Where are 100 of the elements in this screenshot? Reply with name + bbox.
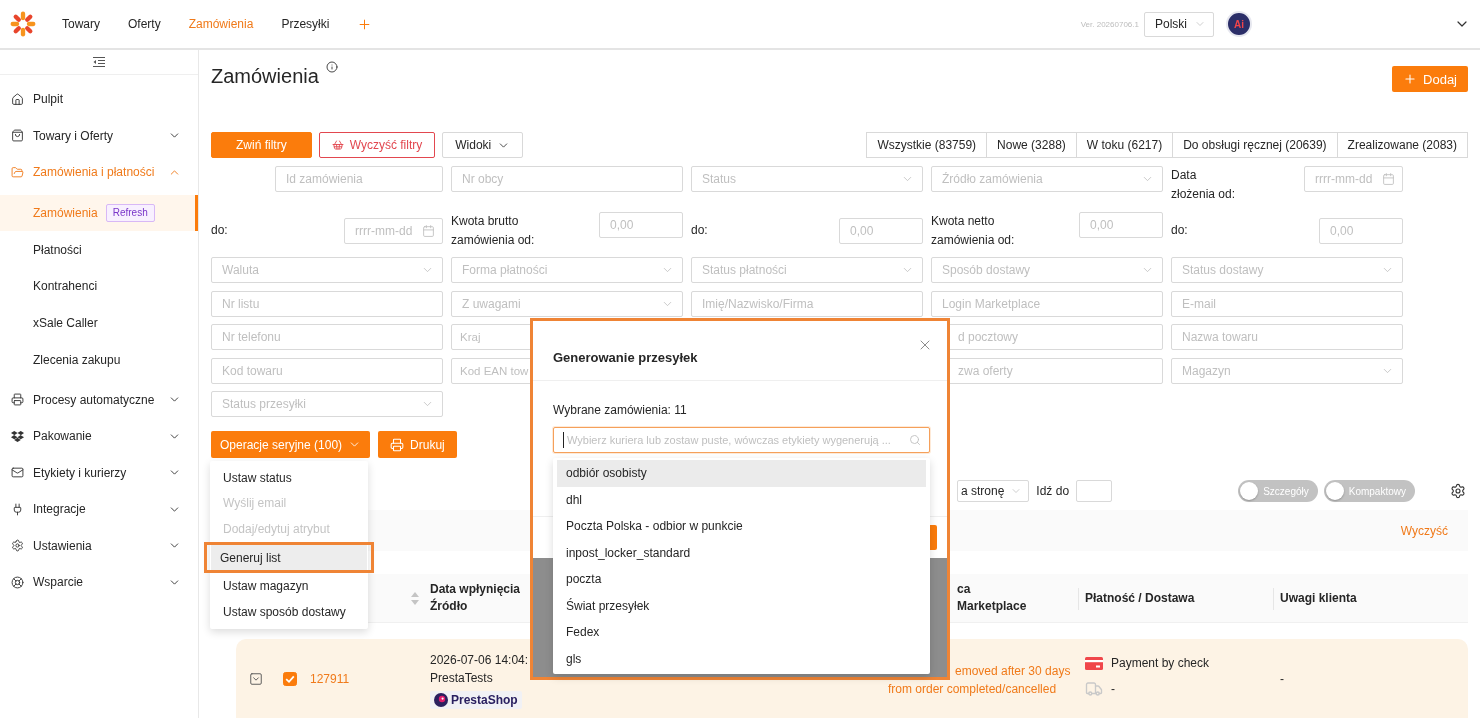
menu-item[interactable]: Ustaw sposób dostawy xyxy=(210,598,368,625)
select-field[interactable]: Forma płatności xyxy=(451,257,683,283)
sidebar-item[interactable]: Zlecenia zakupu xyxy=(0,341,198,379)
nav-tab[interactable]: Oferty xyxy=(114,14,175,34)
select-field[interactable]: Magazyn xyxy=(1171,357,1403,384)
sidebar-item[interactable]: Pakowanie xyxy=(0,417,198,455)
nav-tab[interactable]: Przesyłki xyxy=(267,14,344,34)
home-icon xyxy=(11,92,24,106)
checkbox[interactable] xyxy=(283,671,297,686)
sidebar-item[interactable]: Pulpit xyxy=(0,81,198,118)
notes-text: - xyxy=(1280,670,1284,688)
status-tab[interactable]: Nowe (3288) xyxy=(986,132,1077,158)
column-header[interactable]: Płatność / Dostawa xyxy=(1085,589,1195,607)
sidebar-item[interactable]: Wsparcie xyxy=(0,563,198,601)
basket-icon xyxy=(331,139,344,151)
select-field[interactable]: Sposób dostawy xyxy=(931,257,1163,283)
select-field[interactable]: Źródło zamówienia xyxy=(931,166,1163,192)
sidebar-item[interactable]: Płatności xyxy=(0,231,198,268)
plus-icon xyxy=(1403,72,1418,86)
dropdown-option[interactable]: Poczta Polska - odbior w punkcie xyxy=(557,513,926,540)
sidebar-item[interactable]: Etykiety i kurierzy xyxy=(0,454,198,491)
sidebar-item[interactable]: Procesy automatyczne xyxy=(0,381,198,418)
language-select[interactable]: Polski xyxy=(1144,11,1214,37)
dropdown-option[interactable]: Świat przesyłek xyxy=(557,592,926,619)
calendar-icon xyxy=(422,224,435,237)
text-field[interactable]: Nazwa towaru xyxy=(1171,324,1403,350)
filter-label: Kwota brutto zamówienia od: xyxy=(451,212,536,249)
text-field[interactable]: Kod towaru xyxy=(211,357,443,384)
page-size-select[interactable]: a stronę xyxy=(957,480,1030,502)
dropdown-option[interactable]: dhl xyxy=(557,486,926,513)
select-field[interactable]: Status przesyłki xyxy=(211,391,443,417)
views-dropdown[interactable]: Widoki xyxy=(442,132,524,158)
status-tab[interactable]: Zrealizowane (2083) xyxy=(1336,132,1468,158)
plug-icon xyxy=(11,502,24,516)
plus-icon[interactable] xyxy=(357,16,373,32)
sidebar-item[interactable]: Integracje xyxy=(0,490,198,528)
text-cursor xyxy=(563,432,564,448)
sidebar-item[interactable]: Towary i Oferty xyxy=(0,117,198,154)
notice-text: emoved after 30 days xyxy=(954,663,1071,680)
select-field[interactable]: Status płatności xyxy=(691,257,923,283)
text-field[interactable]: Nr telefonu xyxy=(211,324,443,350)
sidebar-item[interactable]: Kontrahenci xyxy=(0,268,198,305)
boxes-icon xyxy=(11,429,24,443)
logo-icon[interactable] xyxy=(10,11,36,37)
dropdown-option[interactable]: Fedex xyxy=(557,619,926,646)
column-header[interactable]: Uwagi klienta xyxy=(1280,589,1357,607)
search-icon xyxy=(909,434,921,446)
selected-count-text: Wybrane zamówienia: 11 xyxy=(553,402,688,418)
date-field[interactable]: rrrr-mm-dd xyxy=(1304,166,1403,192)
text-field[interactable]: Nr listu xyxy=(211,290,443,317)
nav-tab[interactable]: Towary xyxy=(48,14,114,34)
truck-icon xyxy=(1085,680,1103,699)
amount-field[interactable]: 0,00 xyxy=(1319,217,1403,244)
amount-field[interactable]: 0,00 xyxy=(1079,211,1163,238)
select-field[interactable]: Status dostawy xyxy=(1171,257,1403,283)
date-text: 2026-07-06 14:04: xyxy=(430,652,529,670)
dropdown-option[interactable]: poczta xyxy=(557,566,926,593)
printer-icon xyxy=(390,437,405,452)
payment-text: Payment by check xyxy=(1111,655,1210,673)
envelope-icon xyxy=(11,466,24,479)
amount-field[interactable]: 0,00 xyxy=(839,217,923,244)
menu-item[interactable]: Generuj list xyxy=(211,544,367,571)
amount-field[interactable]: 0,00 xyxy=(599,211,683,238)
menu-item[interactable]: Ustaw magazyn xyxy=(210,573,368,599)
sidebar-item[interactable]: xSale Caller xyxy=(0,304,198,342)
dropdown-option[interactable]: odbiór osobisty xyxy=(557,460,926,487)
modal-title: Generowanie przesyłek xyxy=(553,350,698,366)
page-input[interactable] xyxy=(1076,480,1113,502)
filter-label: Kwota netto zamówienia od: xyxy=(931,212,1016,249)
folder-icon xyxy=(11,165,24,179)
text-field[interactable]: E-mail xyxy=(1171,290,1403,317)
dropdown-option[interactable]: gls xyxy=(557,645,926,672)
sidebar-item[interactable]: Ustawienia xyxy=(0,527,198,564)
info-icon[interactable] xyxy=(325,61,338,73)
text-field[interactable]: Login Marketplace xyxy=(931,290,1163,317)
select-field[interactable]: Status xyxy=(691,166,923,192)
status-tab[interactable]: Wszystkie (83759) xyxy=(866,132,988,158)
date-field[interactable]: rrrr-mm-dd xyxy=(344,217,443,244)
column-header[interactable]: ca Marketplace xyxy=(957,581,1027,616)
settings-icon[interactable] xyxy=(1450,483,1466,499)
bag-icon xyxy=(11,129,24,143)
text-field[interactable]: Nr obcy xyxy=(451,166,683,192)
dropdown-option[interactable]: inpost_locker_standard xyxy=(557,539,926,566)
menu-item[interactable]: Ustaw status xyxy=(210,465,368,491)
expand-icon[interactable] xyxy=(249,671,263,686)
sidebar-item[interactable]: Zamówienia Refresh xyxy=(0,194,198,232)
select-field[interactable]: Z uwagami xyxy=(451,290,683,317)
courier-select[interactable]: Wybierz kuriera lub zostaw puste, wówczas etykiety wygenerują ... xyxy=(553,427,930,453)
text-field[interactable]: Id zamówienia xyxy=(275,166,443,192)
card-icon xyxy=(1085,656,1103,670)
column-header[interactable]: Data wpłynięcia Źródło xyxy=(430,581,521,616)
text-field[interactable]: Imię/Nazwisko/Firma xyxy=(691,290,923,317)
logo-mark-icon xyxy=(434,693,448,708)
clear-filters-button[interactable]: Wyczyść filtry xyxy=(318,132,436,158)
status-tab[interactable]: W toku (6217) xyxy=(1075,132,1174,158)
page-title: Zamówienia xyxy=(211,64,319,89)
status-tab[interactable]: Do obsługi ręcznej (20639) xyxy=(1172,132,1338,158)
printer-icon xyxy=(11,393,24,406)
select-field[interactable]: Waluta xyxy=(211,257,443,283)
collapse-sidebar-icon[interactable] xyxy=(93,57,105,67)
